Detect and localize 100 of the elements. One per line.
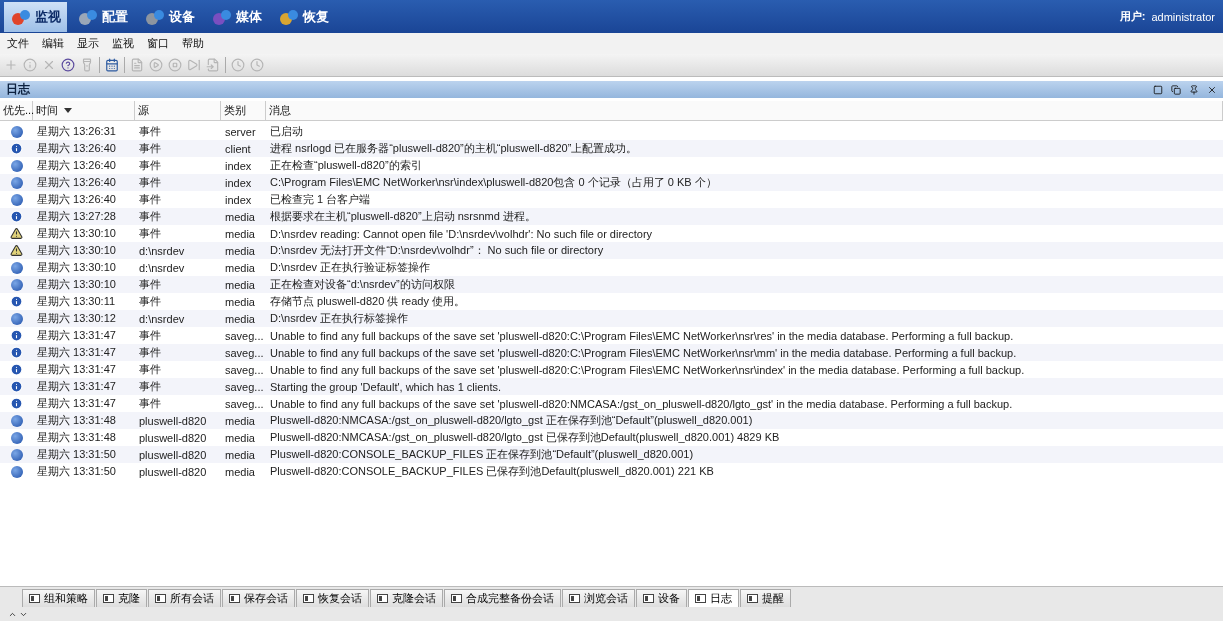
- table-cell-text: 星期六 13:26:40: [36, 141, 117, 156]
- menu-item[interactable]: 窗口: [144, 36, 177, 51]
- nav-tab[interactable]: 恢复: [272, 1, 335, 32]
- table-cell-text: 星期六 13:30:10: [36, 226, 117, 241]
- view-tab[interactable]: 恢复会话: [296, 589, 369, 607]
- window-icon: [377, 594, 388, 603]
- window-icon: [695, 594, 706, 603]
- table-cell-text: 星期六 13:31:47: [36, 328, 117, 343]
- window-icon: [229, 594, 240, 603]
- column-header[interactable]: 时间: [36, 103, 58, 118]
- table-cell-text: 星期六 13:31:48: [36, 413, 117, 428]
- add-icon[interactable]: [4, 58, 18, 72]
- table-cell-text: 事件: [138, 209, 162, 224]
- nav-tab[interactable]: 监视: [4, 1, 67, 32]
- status-dot-icon: [10, 431, 23, 444]
- window-icon: [451, 594, 462, 603]
- view-tab[interactable]: 克隆: [96, 589, 147, 607]
- table-cell-text: d:\nsrdev: [138, 244, 186, 257]
- status-dot-icon: [10, 312, 23, 325]
- nav-tab[interactable]: 媒体: [205, 1, 268, 32]
- view-tab[interactable]: 所有会话: [148, 589, 221, 607]
- menu-item[interactable]: 文件: [4, 36, 37, 51]
- pin-icon[interactable]: [1189, 84, 1199, 95]
- table-cell-text: Unable to find any full backups of the save set 'pluswell-d820:NMCASA:/gst_on_pluswell-d820/lgto_gst' in the media database. Performing a full backup.: [269, 397, 1014, 410]
- column-header[interactable]: 源: [138, 103, 149, 118]
- user-label: 用户:: [1119, 9, 1146, 24]
- table-cell-text: 星期六 13:31:47: [36, 362, 117, 377]
- flashlight-icon[interactable]: [80, 58, 94, 72]
- help-icon[interactable]: [61, 58, 75, 72]
- table-cell-text: 星期六 13:30:10: [36, 277, 117, 292]
- restore-icon[interactable]: [1171, 84, 1181, 95]
- stop-icon[interactable]: [168, 58, 182, 72]
- table-cell-text: 星期六 13:31:48: [36, 430, 117, 445]
- table-cell-text: 存储节点 pluswell-d820 供 ready 使用。: [269, 294, 466, 309]
- maximize-icon[interactable]: [1153, 84, 1163, 95]
- table-cell-text: 事件: [138, 141, 162, 156]
- table-cell-text: 事件: [138, 158, 162, 173]
- table-cell-text: media: [224, 227, 256, 240]
- status-dot-icon: [10, 261, 23, 274]
- view-tab[interactable]: 浏览会话: [562, 589, 635, 607]
- play-icon[interactable]: [149, 58, 163, 72]
- table-cell-text: media: [224, 448, 256, 461]
- status-dot-icon: [10, 278, 23, 291]
- table-cell-text: 进程 nsrlogd 已在服务器“pluswell-d820”的主机“pluswell-d820”上配置成功。: [269, 141, 639, 156]
- table-cell-text: 根据要求在主机“pluswell-d820”上启动 nsrsnmd 进程。: [269, 209, 537, 224]
- table-cell-text: D:\nsrdev 无法打开文件“D:\nsrdev\volhdr”： No such file or directory: [269, 243, 605, 258]
- window-icon: [103, 594, 114, 603]
- info-icon[interactable]: [23, 58, 37, 72]
- file-import-icon[interactable]: [206, 58, 220, 72]
- table-cell-text: pluswell-d820: [138, 431, 208, 444]
- table-cell-text: media: [224, 465, 256, 478]
- table-cell-text: 事件: [138, 379, 162, 394]
- menu-item[interactable]: 编辑: [39, 36, 72, 51]
- table-cell-text: 星期六 13:31:47: [36, 345, 117, 360]
- table-cell-text: media: [224, 210, 256, 223]
- table-cell-text: 星期六 13:27:28: [36, 209, 117, 224]
- skip-icon[interactable]: [187, 58, 201, 72]
- close-icon[interactable]: [1207, 84, 1217, 95]
- table-cell-text: D:\nsrdev 正在执行验证标签操作: [269, 260, 432, 275]
- menu-item[interactable]: 显示: [74, 36, 107, 51]
- window-icon: [303, 594, 314, 603]
- table-cell-text: 事件: [138, 396, 162, 411]
- table-cell-text: index: [224, 193, 253, 206]
- status-dot-icon: [10, 159, 23, 172]
- view-tab[interactable]: 设备: [636, 589, 687, 607]
- table-cell-text: 星期六 13:30:11: [36, 294, 117, 309]
- view-tab[interactable]: 提醒: [740, 589, 791, 607]
- clock-icon[interactable]: [231, 58, 245, 72]
- column-header[interactable]: 消息: [269, 103, 291, 118]
- table-cell-text: 星期六 13:26:40: [36, 192, 117, 207]
- table-cell-text: client: [224, 142, 252, 155]
- view-tab[interactable]: 克隆会话: [370, 589, 443, 607]
- table-cell-text: 事件: [138, 277, 162, 292]
- view-tab[interactable]: 组和策略: [22, 589, 95, 607]
- column-header[interactable]: 类别: [224, 103, 246, 118]
- nav-tab[interactable]: 配置: [71, 1, 134, 32]
- table-cell-text: saveg...: [224, 329, 265, 342]
- table-cell-text: Unable to find any full backups of the save set 'pluswell-d820:C:\Program Files\EMC NetWorker\nsr\res' in the media database. Performing a full backup.: [269, 329, 1015, 342]
- table-cell-text: 事件: [138, 226, 162, 241]
- column-header[interactable]: 优先...: [3, 103, 35, 118]
- menu-item[interactable]: 帮助: [179, 36, 212, 51]
- table-cell-text: 事件: [138, 362, 162, 377]
- warning-icon: [10, 244, 23, 257]
- table-cell-text: 星期六 13:31:47: [36, 379, 117, 394]
- nav-tab[interactable]: 设备: [138, 1, 201, 32]
- table-cell-text: saveg...: [224, 380, 265, 393]
- status-dot-icon: [10, 176, 23, 189]
- table-cell-text: Unable to find any full backups of the save set 'pluswell-d820:C:\Program Files\EMC NetWorker\nsr\index' in the media database. Performing a full backup.: [269, 363, 1026, 376]
- view-tab[interactable]: 日志: [688, 589, 739, 607]
- status-dot-icon: [10, 125, 23, 138]
- table-cell-text: media: [224, 312, 256, 325]
- view-tab[interactable]: 合成完整备份会话: [444, 589, 561, 607]
- menu-item[interactable]: 监视: [109, 36, 142, 51]
- table-cell-text: server: [224, 125, 257, 138]
- calendar-icon[interactable]: [105, 58, 119, 72]
- window-icon: [643, 594, 654, 603]
- view-tab[interactable]: 保存会话: [222, 589, 295, 607]
- table-cell-text: saveg...: [224, 363, 265, 376]
- table-cell-text: 星期六 13:31:50: [36, 464, 117, 479]
- document-icon[interactable]: [130, 58, 144, 72]
